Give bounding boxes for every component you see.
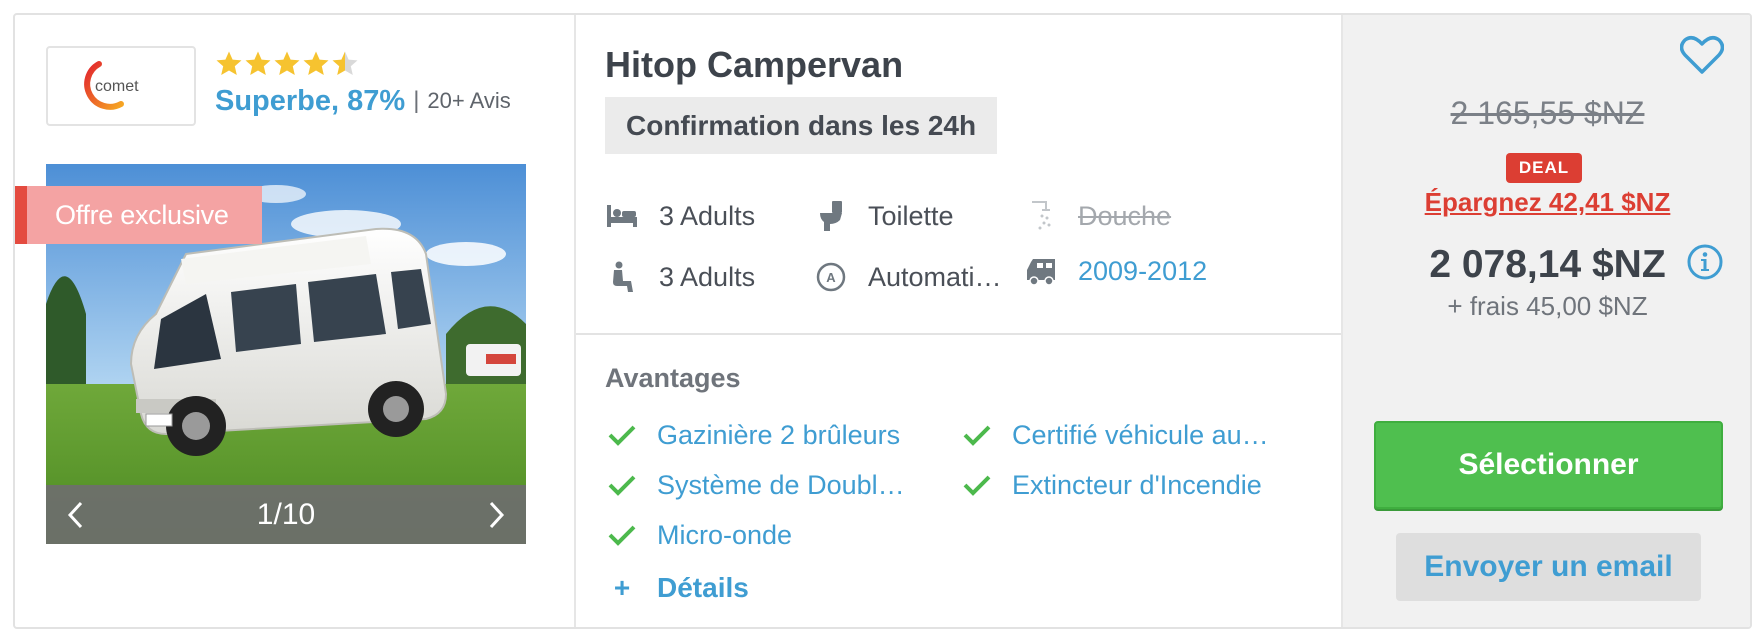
advantage-item: Extincteur d'Incendie (960, 465, 1262, 505)
feature-sleeps: 3 Adults (605, 196, 755, 236)
listing-card: comet Superbe, 87% | 20+ Avis Offre excl… (13, 13, 1752, 629)
advantage-item: Certifié véhicule au… (960, 415, 1269, 455)
info-icon[interactable] (1686, 243, 1724, 281)
pricing-column: 2 165,55 $NZ DEAL Épargnez 42,41 $NZ 2 0… (1341, 15, 1750, 627)
advantage-label: Extincteur d'Incendie (1012, 469, 1262, 500)
plus-icon: + (613, 572, 631, 603)
advantage-label: Système de Doubl… (657, 469, 905, 500)
star-rating (215, 50, 359, 80)
send-email-button[interactable]: Envoyer un email (1396, 533, 1701, 601)
original-price: 2 165,55 $NZ (1450, 95, 1645, 131)
vehicle-year-icon (1024, 255, 1058, 287)
star-icon (332, 51, 358, 75)
toilet-icon (814, 200, 848, 232)
feature-vehicle-year[interactable]: 2009-2012 (1024, 251, 1207, 291)
advantage-item: Gazinière 2 brûleurs (605, 415, 900, 455)
review-count[interactable]: 20+ Avis (427, 88, 510, 114)
check-icon (605, 470, 639, 500)
image-carousel-controls: 1/10 (46, 485, 526, 544)
seat-icon (605, 261, 639, 293)
rating-separator: | (413, 87, 420, 114)
feature-seats: 3 Adults (605, 257, 755, 297)
bed-icon (605, 200, 639, 232)
feature-toilet: Toilette (814, 196, 954, 236)
feature-label[interactable]: 2009-2012 (1078, 256, 1207, 287)
rating-score: Superbe, 87% (215, 84, 406, 117)
logo-wordmark: comet (95, 78, 139, 95)
advantage-label: Certifié véhicule au… (1012, 419, 1269, 450)
select-button[interactable]: Sélectionner (1374, 421, 1723, 509)
svg-text:A: A (826, 270, 836, 285)
supplier-logo: comet (46, 46, 196, 126)
star-icon (303, 51, 329, 75)
carousel-counter: 1/10 (256, 497, 316, 531)
rating-summary: Superbe, 87% | 20+ Avis (215, 81, 511, 121)
vehicle-title[interactable]: Hitop Campervan (605, 44, 903, 86)
feature-label: 3 Adults (659, 200, 756, 231)
star-icon (245, 51, 271, 75)
advantages-heading: Avantages (605, 363, 741, 393)
feature-shower: Douche (1024, 196, 1171, 236)
exclusive-offer-badge: Offre exclusive (15, 186, 262, 244)
advantage-label: Gazinière 2 brûleurs (657, 419, 901, 450)
shower-icon (1024, 200, 1058, 232)
advantage-label: Micro-onde (657, 519, 793, 550)
carousel-next-icon[interactable] (486, 500, 508, 530)
check-icon (605, 420, 639, 450)
confirmation-badge: Confirmation dans les 24h (605, 97, 998, 154)
transmission-icon: A (814, 261, 848, 293)
section-divider (576, 333, 1341, 335)
savings-link[interactable]: Épargnez 42,41 $NZ (1343, 187, 1750, 218)
check-icon (605, 520, 639, 550)
feature-label: Douche (1078, 200, 1172, 231)
feature-transmission: A Automati… (814, 257, 1002, 297)
details-label: Détails (657, 572, 749, 603)
check-icon (960, 420, 994, 450)
feature-label: Automati… (868, 261, 1002, 292)
check-icon (960, 470, 994, 500)
feature-label: 3 Adults (659, 261, 756, 292)
star-icon (274, 51, 300, 75)
star-icon (216, 51, 242, 75)
favorite-heart-icon[interactable] (1679, 35, 1725, 79)
deal-badge: DEAL (1506, 153, 1582, 183)
fees-text: + frais 45,00 $NZ (1447, 291, 1648, 321)
advantage-item: Micro-onde (605, 515, 792, 555)
feature-label: Toilette (868, 200, 954, 231)
supplier-media-column: comet Superbe, 87% | 20+ Avis Offre excl… (15, 15, 574, 627)
details-link[interactable]: + Détails (605, 568, 749, 608)
vehicle-details-column: Hitop Campervan Confirmation dans les 24… (574, 15, 1341, 627)
advantage-item: Système de Doubl… (605, 465, 905, 505)
carousel-prev-icon[interactable] (64, 500, 86, 530)
